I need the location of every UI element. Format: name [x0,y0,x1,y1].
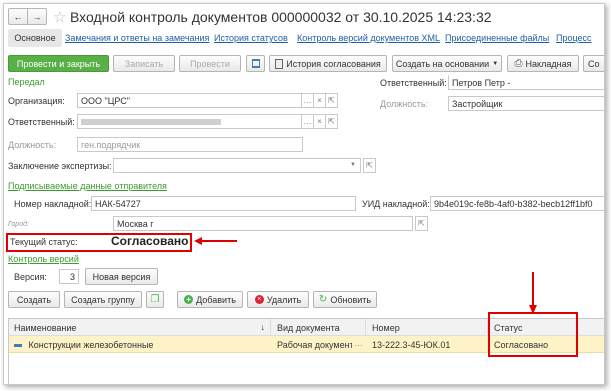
delete-label: Удалить [266,294,302,305]
section-versions[interactable]: Контроль версий [8,254,79,264]
organization-open-button[interactable]: ⇱ [325,93,338,108]
expertise-field[interactable]: ▼ [113,158,361,173]
row-item-icon [14,344,22,348]
tab-xml-versions[interactable]: Контроль версий документов XML [297,33,440,43]
city-open-button[interactable]: ⇱ [415,216,428,231]
delete-icon: × [254,295,264,304]
version-label: Версия: [14,272,47,282]
refresh-icon: ↻ [318,294,328,305]
star-icon[interactable]: ☆ [53,8,66,26]
redacted-value [81,119,221,125]
tab-status-history[interactable]: История статусов [214,33,288,43]
delete-button[interactable]: × Удалить [247,291,309,308]
approval-history-label: История согласования [286,58,381,69]
list-icon [251,59,260,68]
uid-field[interactable]: 9b4e019c-fe8b-4af0-b382-becb12ff1bf0 [430,196,604,211]
responsible-label: Ответственный: [8,117,75,127]
chevron-down-icon: ▼ [350,162,356,168]
red-arrow-left [194,237,237,245]
position-right-label: Должность: [380,99,429,109]
refresh-label: Обновить [330,294,372,305]
red-arrow-down [529,272,537,314]
add-label: Добавить [196,294,236,305]
status-label: Текущий статус: [10,237,78,247]
link-icon: ⇱ [418,219,425,228]
window-title: Входной контроль документов 000000032 от… [70,9,492,25]
row-name-cell[interactable]: Конструкции железобетонные [9,336,271,353]
save-button[interactable]: Записать [113,55,175,72]
column-header-name-label: Наименование [14,323,77,333]
printer-icon: ⎙ [514,58,523,69]
link-icon: ⇱ [328,96,335,105]
position-right-field: Застройщик [448,96,604,111]
create-based-on-button[interactable]: Создать на основании ▼ [392,55,502,72]
add-button[interactable]: + Добавить [177,291,243,308]
back-button[interactable]: ← [8,8,28,25]
tab-attached-files[interactable]: Присоединенные файлы [445,33,549,43]
column-header-number[interactable]: Номер [367,319,488,336]
close-icon: × [317,96,322,105]
post-and-close-button[interactable]: Провести и закрыть [8,55,109,72]
create-button[interactable]: Создать [8,291,60,308]
copy-button[interactable]: ❐ [146,291,164,308]
link-icon: ⇱ [328,117,335,126]
position-field: ген.подрядчик [77,137,303,152]
invoice-number-label: Номер накладной: [14,199,92,209]
responsible-right-label: Ответственный: [380,78,447,88]
column-header-doc-type[interactable]: Вид документа [272,319,366,336]
expertise-label: Заключение экспертизы: [8,161,112,171]
organization-label: Организация: [8,96,65,106]
section-transferred: Передал [8,77,45,87]
version-field[interactable]: 3 [59,269,79,284]
column-header-name[interactable]: Наименование ↓ [9,319,271,336]
document-window: ← → ☆ Входной контроль документов 000000… [3,3,605,385]
tab-main-label: Основное [14,33,56,43]
dots-icon: … [303,96,312,105]
organization-field[interactable]: ООО "ЦРС" [77,93,302,108]
link-icon: ⇱ [366,161,373,170]
plus-icon: + [184,295,194,304]
city-label: Город: [8,221,29,228]
create-based-on-label: Создать на основании [395,58,490,69]
chevron-down-icon: ▼ [492,60,499,67]
copy-icon: ❐ [150,294,160,305]
section-signed-data[interactable]: Подписываемые данные отправителя [8,181,167,191]
city-field[interactable]: Москва г [113,216,413,231]
forward-button[interactable]: → [27,8,47,25]
row-doc-type-cell[interactable]: Рабочая документ... [272,336,352,353]
tab-main[interactable]: Основное [8,29,62,47]
invoice-label: Накладная [525,58,572,69]
status-column-highlight [488,312,578,357]
arrow-right-icon: → [32,11,42,22]
position-label: Должность: [8,140,57,150]
more-button[interactable]: Со [583,55,604,72]
responsible-field[interactable] [77,114,302,129]
sort-arrow-icon: ↓ [260,322,266,332]
post-button[interactable]: Провести [179,55,241,72]
status-value: Согласовано [111,234,189,248]
create-group-button[interactable]: Создать группу [64,291,142,308]
dots-icon: … [354,338,363,348]
dots-icon: … [303,117,312,126]
invoice-button[interactable]: ⎙ Накладная [507,55,579,72]
close-icon: × [317,117,322,126]
refresh-button[interactable]: ↻ Обновить [313,291,377,308]
tab-process[interactable]: Процесс [556,33,592,43]
row-name-text: Конструкции железобетонные [28,340,154,350]
row-number-cell[interactable]: 13-222.3-45-ЮК.01 [367,336,488,353]
arrow-left-icon: ← [13,11,23,22]
expertise-open-button[interactable]: ⇱ [363,158,376,173]
approval-history-button[interactable]: История согласования [269,55,387,72]
new-version-button[interactable]: Новая версия [85,268,158,285]
tab-remarks[interactable]: Замечания и ответы на замечания [65,33,209,43]
responsible-open-button[interactable]: ⇱ [325,114,338,129]
uid-label: УИД накладной: [362,199,430,209]
responsible-right-field[interactable]: Петров Петр - [448,75,604,90]
invoice-number-field[interactable]: НАК-54727 [91,196,356,211]
list-view-button[interactable] [246,55,265,72]
document-icon [275,58,284,69]
